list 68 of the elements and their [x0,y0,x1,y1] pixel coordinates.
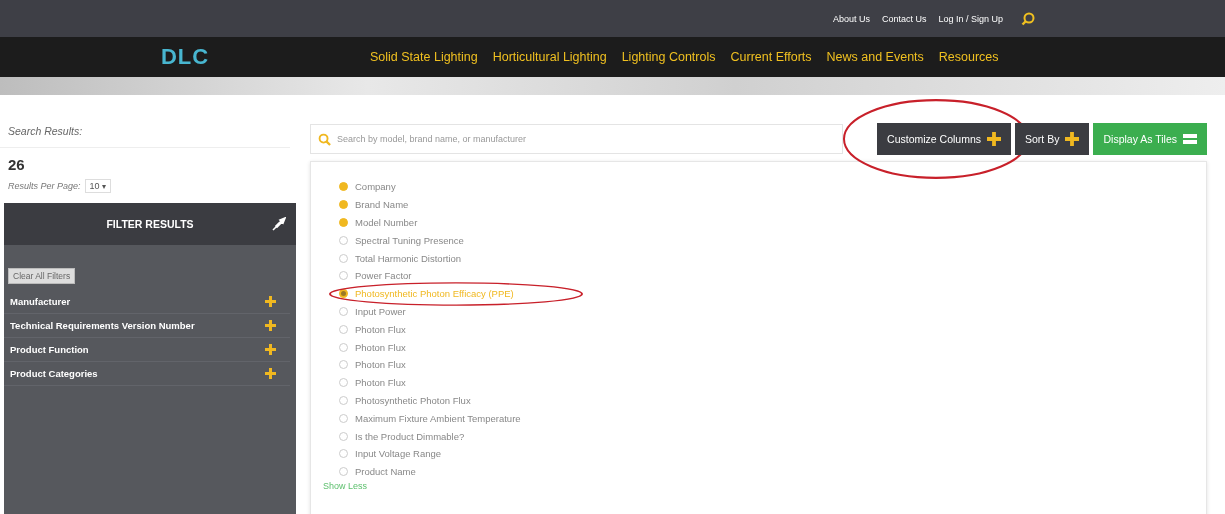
radio-dot[interactable] [339,182,348,192]
column-option[interactable]: Is the Product Dimmable? [339,427,465,445]
nav-link[interactable]: Horticultural Lighting [492,50,607,64]
radio-dot[interactable] [339,467,348,477]
nav-link[interactable]: Solid State Lighting [370,50,478,64]
radio-dot[interactable] [339,253,348,263]
per-page-select[interactable]: 10 ▾ [84,179,112,193]
top-link[interactable]: About Us [832,13,870,24]
column-option[interactable]: Product Name [339,462,416,481]
clear-filters-button[interactable]: Clear All Filters [8,268,76,284]
radio-dot[interactable] [339,449,348,459]
radio-dot[interactable] [339,235,348,245]
radio-dot[interactable] [339,413,348,423]
filter-item[interactable]: Product Categories [4,362,290,386]
results-count: 26 [7,155,26,175]
radio-dot[interactable] [339,271,348,281]
toolbar-button[interactable]: Sort By [1015,123,1090,155]
column-option[interactable]: Brand Name [339,195,409,214]
column-option[interactable]: Input Voltage Range [339,444,442,463]
list-icon [1183,133,1197,145]
nav-link[interactable]: News and Events [826,50,924,64]
radio-dot[interactable] [339,289,348,299]
radio-dot[interactable] [339,324,348,334]
column-option[interactable]: Input Power [339,302,406,321]
show-less-link[interactable]: Show Less [323,480,1206,491]
filter-item[interactable]: Technical Requirements Version Number [4,314,290,338]
column-option[interactable]: Model Number [339,213,418,232]
radio-dot[interactable] [339,378,348,388]
toolbar-button[interactable]: Customize Columns [877,123,1012,155]
radio-dot[interactable] [339,306,348,316]
search-icon[interactable] [1021,11,1035,26]
radio-dot[interactable] [339,360,348,370]
pin-icon[interactable] [272,217,286,231]
plus-icon [265,320,276,331]
plus-icon [265,296,276,307]
plus-icon [1065,132,1080,146]
filter-title: FILTER RESULTS [106,218,194,230]
filter-item[interactable]: Product Function [4,338,290,362]
column-option[interactable]: Photon Flux [339,320,406,339]
per-page-label: Results Per Page: [8,181,81,191]
column-option[interactable]: Photosynthetic Photon Flux [339,391,471,410]
column-option[interactable]: Photon Flux [339,338,406,356]
nav-link[interactable]: Resources [938,50,999,64]
column-option[interactable]: Company [339,178,396,196]
column-option[interactable]: Photon Flux [339,355,406,374]
logo[interactable]: DLC [160,44,210,70]
column-option[interactable]: Spectral Tuning Presence [339,231,464,250]
toolbar-button[interactable]: Display As Tiles [1093,123,1207,155]
plus-icon [265,368,276,379]
nav-link[interactable]: Current Efforts [730,50,812,64]
radio-dot[interactable] [339,395,348,405]
radio-dot[interactable] [339,218,348,227]
radio-dot[interactable] [339,200,348,210]
top-link[interactable]: Contact Us [881,13,927,24]
filter-item[interactable]: Manufacturer [4,290,290,314]
radio-dot[interactable] [339,431,348,441]
radio-dot[interactable] [339,342,348,352]
nav-link[interactable]: Lighting Controls [621,50,716,64]
plus-icon [987,132,1002,146]
column-option[interactable]: Maximum Fixture Ambient Temperature [339,409,521,428]
search-icon [318,133,331,146]
column-option[interactable]: Power Factor [339,267,412,285]
plus-icon [265,344,276,355]
column-option[interactable]: Photon Flux [339,373,406,392]
column-option[interactable]: Total Harmonic Distortion [339,249,462,267]
top-link[interactable]: Log In / Sign Up [938,13,1003,24]
search-field[interactable]: Search by model, brand name, or manufacturer [310,124,844,154]
results-label: Search Results: [0,123,290,148]
